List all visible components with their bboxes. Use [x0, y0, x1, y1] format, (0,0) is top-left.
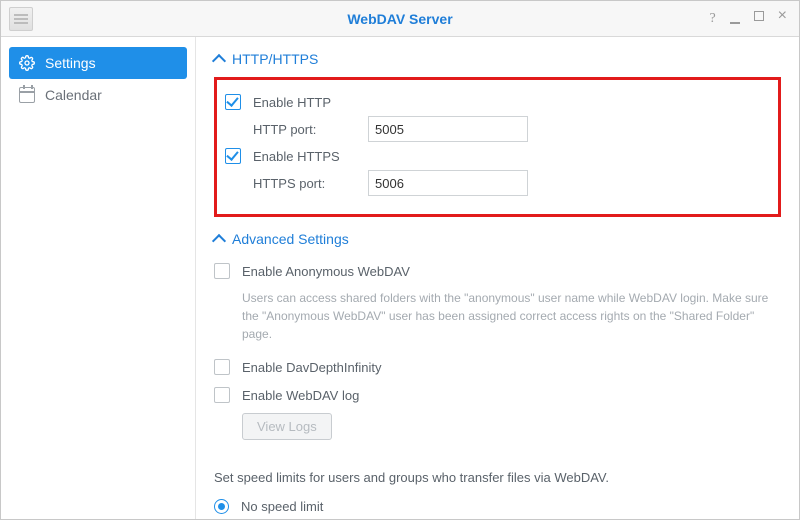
sidebar-item-label: Settings [45, 55, 96, 71]
http-port-input[interactable] [368, 116, 528, 142]
label-enable-http: Enable HTTP [253, 95, 331, 110]
chevron-up-icon [212, 234, 226, 248]
speed-limit-description: Set speed limits for users and groups wh… [214, 470, 781, 485]
titlebar: WebDAV Server ? × [1, 1, 799, 37]
close-icon[interactable]: × [778, 11, 787, 27]
chevron-up-icon [212, 54, 226, 68]
row-http-port: HTTP port: [253, 116, 770, 142]
app-window: WebDAV Server ? × Settings Calendar [0, 0, 800, 520]
highlighted-region: Enable HTTP HTTP port: Enable HTTPS HTTP… [214, 77, 781, 217]
window-title: WebDAV Server [1, 11, 799, 27]
checkbox-enable-anonymous[interactable] [214, 263, 230, 279]
section-header-http[interactable]: HTTP/HTTPS [214, 51, 781, 67]
calendar-icon [19, 87, 35, 103]
label-enable-log: Enable WebDAV log [242, 388, 359, 403]
section-title: HTTP/HTTPS [232, 51, 318, 67]
help-text-anonymous: Users can access shared folders with the… [242, 289, 781, 343]
label-http-port: HTTP port: [253, 122, 368, 137]
maximize-icon[interactable] [754, 11, 764, 21]
checkbox-enable-http[interactable] [225, 94, 241, 110]
label-https-port: HTTPS port: [253, 176, 368, 191]
content-pane: HTTP/HTTPS Enable HTTP HTTP port: Enable… [196, 37, 799, 519]
checkbox-enable-depthinfinity[interactable] [214, 359, 230, 375]
row-radio-no-limit: No speed limit [214, 499, 781, 514]
window-body: Settings Calendar HTTP/HTTPS Enable HTTP… [1, 37, 799, 519]
sidebar-item-calendar[interactable]: Calendar [9, 79, 187, 111]
checkbox-enable-https[interactable] [225, 148, 241, 164]
row-enable-anonymous: Enable Anonymous WebDAV [214, 263, 781, 279]
window-controls: ? × [709, 11, 799, 27]
row-enable-http: Enable HTTP [225, 94, 770, 110]
help-icon[interactable]: ? [709, 11, 715, 27]
row-enable-https: Enable HTTPS [225, 148, 770, 164]
sidebar: Settings Calendar [1, 37, 196, 519]
label-enable-anonymous: Enable Anonymous WebDAV [242, 264, 410, 279]
label-enable-https: Enable HTTPS [253, 149, 340, 164]
section-title: Advanced Settings [232, 231, 349, 247]
radio-no-speed-limit[interactable] [214, 499, 229, 514]
checkbox-enable-log[interactable] [214, 387, 230, 403]
label-no-speed-limit: No speed limit [241, 499, 323, 514]
view-logs-button[interactable]: View Logs [242, 413, 332, 440]
label-enable-depthinfinity: Enable DavDepthInfinity [242, 360, 381, 375]
section-header-advanced[interactable]: Advanced Settings [214, 231, 781, 247]
gear-icon [19, 55, 35, 71]
row-https-port: HTTPS port: [253, 170, 770, 196]
row-enable-depthinfinity: Enable DavDepthInfinity [214, 359, 781, 375]
https-port-input[interactable] [368, 170, 528, 196]
app-icon [9, 7, 33, 31]
row-enable-log: Enable WebDAV log [214, 387, 781, 403]
sidebar-item-settings[interactable]: Settings [9, 47, 187, 79]
sidebar-item-label: Calendar [45, 87, 102, 103]
minimize-icon[interactable] [730, 11, 740, 27]
